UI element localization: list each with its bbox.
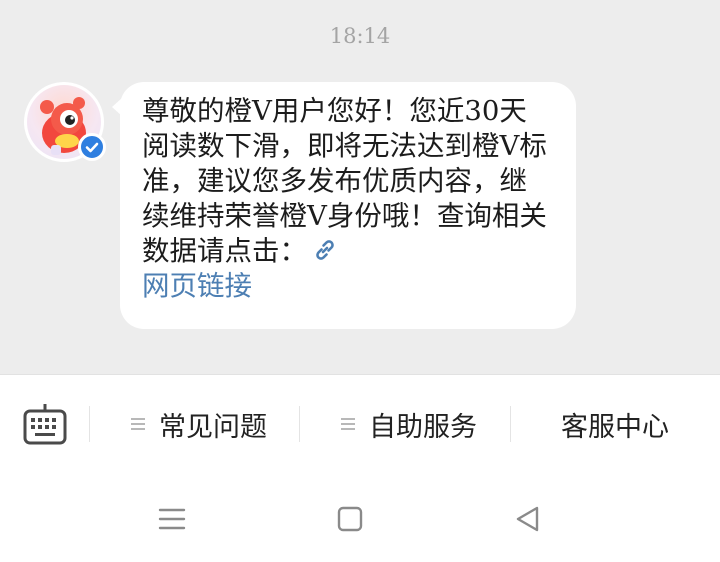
keyboard-icon[interactable]: [22, 402, 68, 448]
self-service-label: 自助服务: [369, 411, 477, 443]
faq-button[interactable]: 常见问题: [100, 400, 298, 448]
menu-nav-icon[interactable]: [155, 502, 189, 536]
verified-badge-icon: [78, 133, 106, 161]
link-icon[interactable]: [311, 236, 339, 264]
faq-label: 常见问题: [159, 411, 267, 443]
message-text: 尊敬的橙V用户您好！您近30天阅读数下滑，即将无法达到橙V标准，建议您多发布优质…: [142, 94, 554, 304]
home-square-icon[interactable]: [333, 502, 367, 536]
back-triangle-icon[interactable]: [511, 502, 545, 536]
message-timestamp: 18:14: [329, 24, 391, 48]
toolbar-divider: [510, 406, 511, 442]
toolbar-divider: [299, 406, 300, 442]
customer-service-label: 客服中心: [561, 411, 669, 443]
menu-icon: [341, 418, 355, 430]
toolbar-divider: [89, 406, 90, 442]
customer-service-button[interactable]: 客服中心: [520, 400, 710, 448]
self-service-button[interactable]: 自助服务: [310, 400, 508, 448]
webpage-link[interactable]: 网页链接: [142, 269, 554, 304]
message-body: 尊敬的橙V用户您好！您近30天阅读数下滑，即将无法达到橙V标准，建议您多发布优质…: [142, 95, 547, 267]
message-bubble: 尊敬的橙V用户您好！您近30天阅读数下滑，即将无法达到橙V标准，建议您多发布优质…: [120, 82, 576, 329]
menu-icon: [131, 418, 145, 430]
